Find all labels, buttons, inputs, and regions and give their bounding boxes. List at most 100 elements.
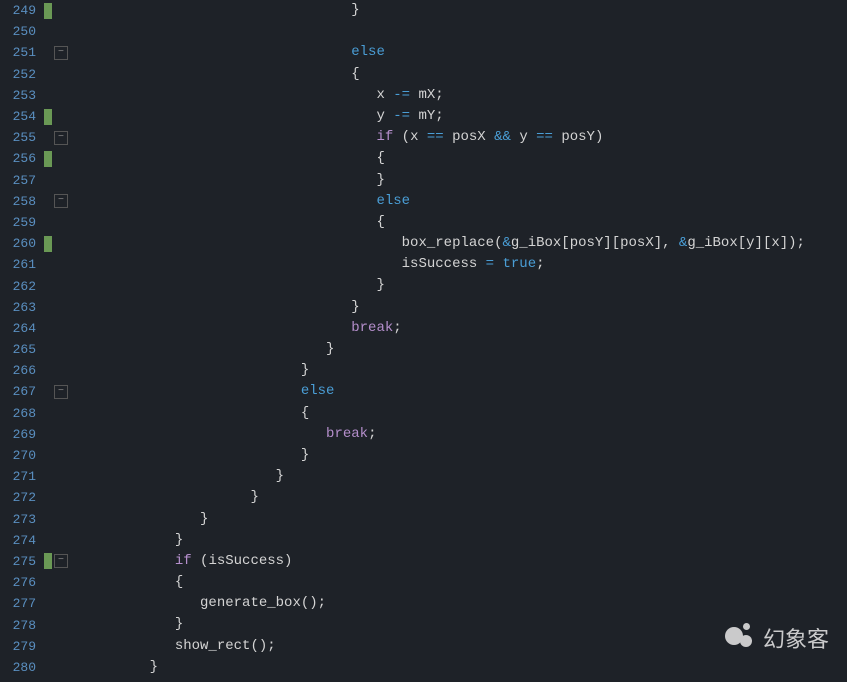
gutter-row: 253 [0, 85, 68, 106]
line-number: 275 [0, 554, 44, 569]
fold-toggle-icon[interactable]: − [54, 46, 68, 60]
gutter: 249250251−252253254255−256257258−2592602… [0, 0, 68, 682]
code-line[interactable]: { [74, 572, 847, 593]
fold-spacer [54, 427, 68, 441]
fold-spacer [54, 470, 68, 484]
gutter-row: 260 [0, 233, 68, 254]
fold-spacer [54, 25, 68, 39]
line-number: 254 [0, 109, 44, 124]
gutter-row: 254 [0, 106, 68, 127]
line-number: 253 [0, 88, 44, 103]
code-line[interactable]: else [74, 191, 847, 212]
line-number: 267 [0, 384, 44, 399]
line-number: 251 [0, 45, 44, 60]
fold-spacer [54, 343, 68, 357]
code-line[interactable]: { [74, 403, 847, 424]
line-number: 278 [0, 618, 44, 633]
line-number: 276 [0, 575, 44, 590]
code-line[interactable]: } [74, 657, 847, 678]
gutter-row: 255− [0, 127, 68, 148]
fold-spacer [54, 152, 68, 166]
gutter-row: 261 [0, 254, 68, 275]
fold-toggle-icon[interactable]: − [54, 554, 68, 568]
code-line[interactable]: } [74, 530, 847, 551]
gutter-row: 256 [0, 148, 68, 169]
change-marker [44, 342, 52, 358]
fold-spacer [54, 406, 68, 420]
code-line[interactable]: { [74, 212, 847, 233]
code-line[interactable] [74, 21, 847, 42]
fold-spacer [54, 110, 68, 124]
code-line[interactable]: break; [74, 424, 847, 445]
code-line[interactable]: } [74, 509, 847, 530]
fold-spacer [54, 660, 68, 674]
code-line[interactable]: x -= mX; [74, 85, 847, 106]
code-line[interactable]: isSuccess = true; [74, 254, 847, 275]
gutter-row: 257 [0, 170, 68, 191]
code-line[interactable]: if (x == posX && y == posY) [74, 127, 847, 148]
code-editor[interactable]: 249250251−252253254255−256257258−2592602… [0, 0, 847, 682]
change-marker [44, 3, 52, 19]
fold-spacer [54, 491, 68, 505]
fold-spacer [54, 279, 68, 293]
code-line[interactable]: } [74, 297, 847, 318]
fold-spacer [54, 88, 68, 102]
gutter-row: 250 [0, 21, 68, 42]
change-marker [44, 448, 52, 464]
change-marker [44, 532, 52, 548]
change-marker [44, 320, 52, 336]
code-line[interactable]: else [74, 381, 847, 402]
change-marker [44, 214, 52, 230]
change-marker [44, 66, 52, 82]
code-line[interactable]: } [74, 339, 847, 360]
change-marker [44, 172, 52, 188]
code-line[interactable]: } [74, 487, 847, 508]
code-line[interactable]: { [74, 148, 847, 169]
code-line[interactable]: } [74, 445, 847, 466]
code-line[interactable]: { [74, 64, 847, 85]
fold-spacer [54, 321, 68, 335]
line-number: 250 [0, 24, 44, 39]
gutter-row: 278 [0, 614, 68, 635]
change-marker [44, 384, 52, 400]
line-number: 277 [0, 596, 44, 611]
line-number: 259 [0, 215, 44, 230]
fold-spacer [54, 639, 68, 653]
line-number: 261 [0, 257, 44, 272]
code-line[interactable]: } [74, 360, 847, 381]
code-line[interactable]: } [74, 170, 847, 191]
fold-toggle-icon[interactable]: − [54, 131, 68, 145]
gutter-row: 252 [0, 64, 68, 85]
fold-spacer [54, 4, 68, 18]
line-number: 255 [0, 130, 44, 145]
change-marker [44, 490, 52, 506]
code-area[interactable]: } else { x -= mX; y -= mY; if [68, 0, 847, 682]
line-number: 258 [0, 194, 44, 209]
gutter-row: 249 [0, 0, 68, 21]
gutter-row: 262 [0, 275, 68, 296]
code-line[interactable]: } [74, 466, 847, 487]
gutter-row: 274 [0, 530, 68, 551]
line-number: 273 [0, 512, 44, 527]
line-number: 272 [0, 490, 44, 505]
gutter-row: 267− [0, 381, 68, 402]
code-line[interactable]: box_replace(&g_iBox[posY][posX], &g_iBox… [74, 233, 847, 254]
code-line[interactable]: } [74, 275, 847, 296]
code-line[interactable]: else [74, 42, 847, 63]
fold-spacer [54, 597, 68, 611]
fold-toggle-icon[interactable]: − [54, 385, 68, 399]
line-number: 263 [0, 300, 44, 315]
fold-spacer [54, 449, 68, 463]
code-line[interactable]: generate_box(); [74, 593, 847, 614]
gutter-row: 264 [0, 318, 68, 339]
code-line[interactable]: if (isSuccess) [74, 551, 847, 572]
fold-spacer [54, 237, 68, 251]
gutter-row: 268 [0, 403, 68, 424]
fold-toggle-icon[interactable]: − [54, 194, 68, 208]
gutter-row: 266 [0, 360, 68, 381]
code-line[interactable]: y -= mY; [74, 106, 847, 127]
code-line[interactable]: break; [74, 318, 847, 339]
code-line[interactable]: } [74, 0, 847, 21]
fold-spacer [54, 300, 68, 314]
line-number: 249 [0, 3, 44, 18]
